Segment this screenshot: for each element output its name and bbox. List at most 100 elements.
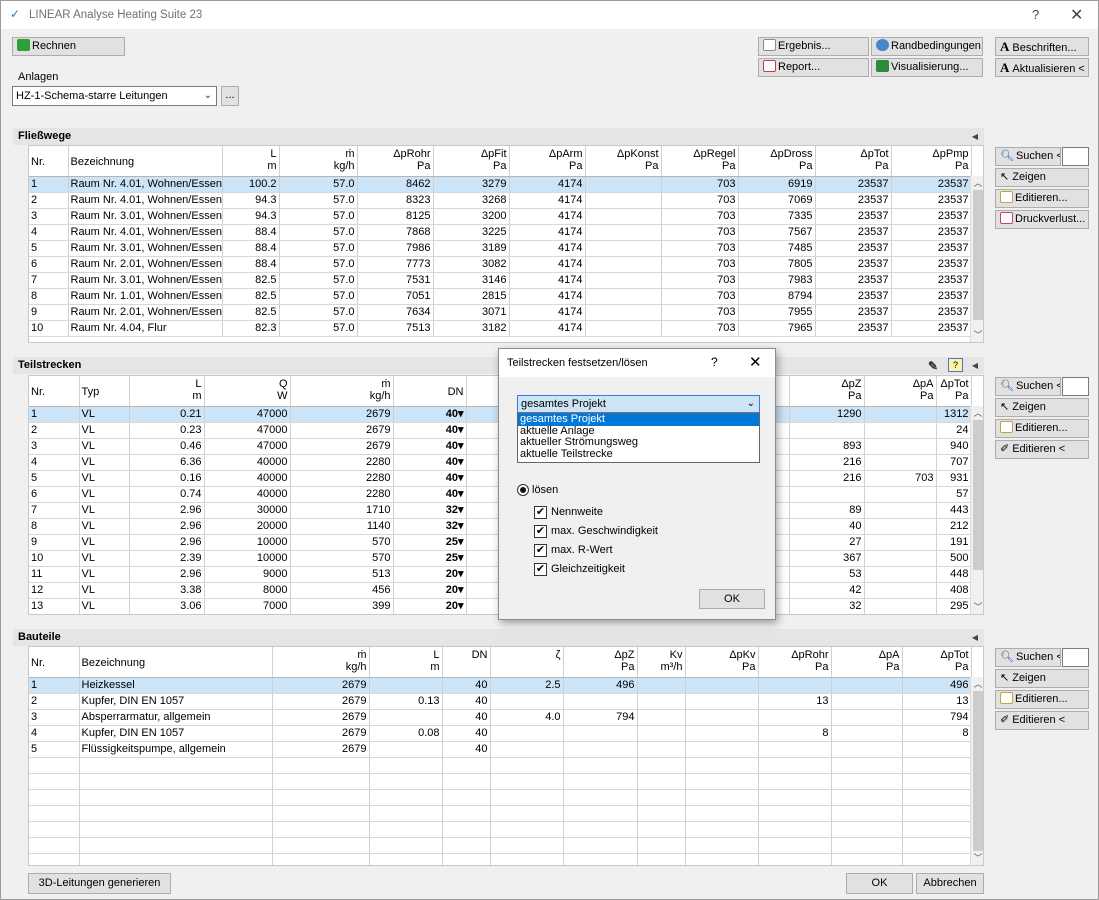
dialog-ok-button[interactable]: OK bbox=[699, 589, 765, 609]
fix-pin-icon[interactable]: ✎ bbox=[928, 358, 938, 375]
help-button[interactable]: ? bbox=[1032, 7, 1039, 22]
cancel-button[interactable]: Abbrechen bbox=[916, 873, 984, 894]
table-row[interactable]: 6 Raum Nr. 2.01, Wohnen/Essen 88.4 57.0 7773… bbox=[29, 256, 972, 273]
scroll-down-icon[interactable]: ﹀ bbox=[971, 600, 983, 614]
bt-zeigen-button[interactable]: ↖ Zeigen bbox=[995, 669, 1089, 688]
column-header[interactable]: Bezeichnung bbox=[79, 647, 273, 678]
report-button[interactable]: Report... bbox=[758, 58, 869, 77]
dn-dropdown-cell[interactable]: 32▾ bbox=[393, 502, 467, 519]
column-header[interactable]: ζ bbox=[490, 647, 564, 678]
dn-dropdown-cell[interactable]: 32▾ bbox=[393, 518, 467, 535]
column-header[interactable]: ΔpKonst Pa bbox=[585, 146, 662, 177]
column-header[interactable]: Lm bbox=[129, 376, 205, 407]
column-header[interactable]: DN bbox=[442, 647, 491, 678]
collapse-icon[interactable]: ◀ bbox=[972, 629, 978, 646]
scroll-thumb[interactable] bbox=[973, 190, 983, 320]
scope-option[interactable]: aktueller Strömungsweg bbox=[518, 436, 759, 449]
column-header[interactable]: ΔpRegel Pa bbox=[661, 146, 739, 177]
checkbox[interactable]: ✔ bbox=[534, 525, 547, 538]
anlagen-select[interactable]: HZ-1-Schema-starre Leitungen ⌄ bbox=[12, 86, 217, 106]
column-header[interactable]: Lm bbox=[222, 146, 280, 177]
column-header[interactable]: ΔpTot Pa bbox=[936, 376, 972, 407]
checkbox[interactable]: ✔ bbox=[534, 544, 547, 557]
column-header[interactable]: ΔpFit Pa bbox=[433, 146, 510, 177]
table-row[interactable]: 1 Raum Nr. 4.01, Wohnen/Essen 100.2 57.0 846… bbox=[29, 176, 972, 193]
dialog-close-button[interactable]: ✕ bbox=[749, 353, 762, 371]
column-header[interactable]: Typ bbox=[79, 376, 130, 407]
column-header[interactable]: Bezeichnung bbox=[68, 146, 223, 177]
dn-dropdown-cell[interactable]: 40▾ bbox=[393, 438, 467, 455]
column-header[interactable]: ΔpArm Pa bbox=[509, 146, 586, 177]
fliesswege-scrollbar[interactable]: ︿ ﹀ bbox=[970, 176, 983, 342]
table-row[interactable]: 3 Raum Nr. 3.01, Wohnen/Essen 94.3 57.0 8125… bbox=[29, 208, 972, 225]
close-button[interactable]: ✕ bbox=[1070, 5, 1083, 25]
column-header[interactable]: ṁ kg/h bbox=[279, 146, 358, 177]
table-row[interactable]: 5 Flüssigkeitspumpe, allgemein 2679 40 bbox=[29, 741, 972, 758]
dn-dropdown-cell[interactable]: 20▾ bbox=[393, 598, 467, 614]
dn-dropdown-cell[interactable]: 40▾ bbox=[393, 406, 467, 423]
fw-search-input[interactable] bbox=[1062, 147, 1089, 166]
ts-suchen-button[interactable]: 🔍︎ Suchen < bbox=[995, 377, 1061, 396]
rechnen-button[interactable]: Rechnen bbox=[12, 37, 125, 56]
column-header[interactable]: ΔpRohr Pa bbox=[357, 146, 434, 177]
column-header[interactable]: ΔpTot Pa bbox=[815, 146, 892, 177]
column-header[interactable]: Kv m³/h bbox=[637, 647, 686, 678]
column-header[interactable]: Lm bbox=[369, 647, 443, 678]
table-row[interactable]: 7 Raum Nr. 3.01, Wohnen/Essen 82.5 57.0 7531… bbox=[29, 272, 972, 289]
ergebnis-button[interactable]: Ergebnis... bbox=[758, 37, 869, 56]
visualisierung-button[interactable]: Visualisierung... bbox=[871, 58, 983, 77]
dialog-help-button[interactable]: ? bbox=[711, 355, 718, 369]
scroll-down-icon[interactable]: ﹀ bbox=[971, 328, 983, 342]
teilstrecken-scrollbar[interactable]: ︿ ﹀ bbox=[970, 406, 983, 614]
table-row[interactable]: 2 Raum Nr. 4.01, Wohnen/Essen 94.3 57.0 8323… bbox=[29, 192, 972, 209]
column-header[interactable]: ΔpZ Pa bbox=[789, 376, 865, 407]
scroll-up-icon[interactable]: ︿ bbox=[971, 677, 983, 691]
column-header[interactable]: ΔpTot Pa bbox=[902, 647, 972, 678]
bt-editieren-button[interactable]: Editieren... bbox=[995, 690, 1089, 709]
column-header[interactable]: ΔpPmp Pa bbox=[891, 146, 972, 177]
column-header[interactable]: QW bbox=[204, 376, 291, 407]
dn-dropdown-cell[interactable]: 20▾ bbox=[393, 566, 467, 583]
bt-search-input[interactable] bbox=[1062, 648, 1089, 667]
ts-zeigen-button[interactable]: ↖ Zeigen bbox=[995, 398, 1089, 417]
column-header[interactable]: Nr. bbox=[29, 647, 80, 678]
beschriften-button[interactable]: A Beschriften... bbox=[995, 37, 1089, 56]
column-header[interactable]: ΔpDross Pa bbox=[738, 146, 816, 177]
anlagen-more-button[interactable]: ... bbox=[221, 86, 239, 106]
ts-editieren-button[interactable]: Editieren... bbox=[995, 419, 1089, 438]
scroll-up-icon[interactable]: ︿ bbox=[971, 176, 983, 190]
column-header[interactable]: ΔpRohr Pa bbox=[758, 647, 832, 678]
generate-3d-button[interactable]: 3D-Leitungen generieren bbox=[28, 873, 171, 894]
column-header[interactable]: ΔpZ Pa bbox=[563, 647, 638, 678]
dn-dropdown-cell[interactable]: 40▾ bbox=[393, 422, 467, 439]
column-header[interactable]: ṁ kg/h bbox=[290, 376, 394, 407]
ok-button[interactable]: OK bbox=[846, 873, 913, 894]
collapse-icon[interactable]: ◀ bbox=[972, 357, 978, 374]
scroll-down-icon[interactable]: ﹀ bbox=[971, 851, 983, 865]
info-toggle-icon[interactable]: ? bbox=[948, 358, 963, 372]
checkbox[interactable]: ✔ bbox=[534, 563, 547, 576]
dn-dropdown-cell[interactable]: 25▾ bbox=[393, 550, 467, 567]
aktualisieren-button[interactable]: A Aktualisieren < bbox=[995, 58, 1089, 77]
scope-select[interactable]: gesamtes Projekt ⌄ bbox=[517, 395, 760, 413]
randbedingungen-button[interactable]: Randbedingungen... bbox=[871, 37, 983, 56]
loesen-radio[interactable] bbox=[517, 484, 529, 496]
dn-dropdown-cell[interactable]: 25▾ bbox=[393, 534, 467, 551]
column-header[interactable]: ΔpA Pa bbox=[864, 376, 937, 407]
checkbox[interactable]: ✔ bbox=[534, 506, 547, 519]
column-header[interactable]: ṁ kg/h bbox=[272, 647, 370, 678]
table-row[interactable]: 8 Raum Nr. 1.01, Wohnen/Essen 82.5 57.0 7051… bbox=[29, 288, 972, 305]
column-header[interactable]: Nr. bbox=[29, 146, 69, 177]
table-row[interactable]: 4 Kupfer, DIN EN 1057 2679 0.08 40 8 8 bbox=[29, 725, 972, 742]
collapse-icon[interactable]: ◀ bbox=[972, 128, 978, 145]
fw-zeigen-button[interactable]: ↖ Zeigen bbox=[995, 168, 1089, 187]
table-row[interactable]: 2 Kupfer, DIN EN 1057 2679 0.13 40 13 13 bbox=[29, 693, 972, 710]
table-row[interactable]: 5 Raum Nr. 3.01, Wohnen/Essen 88.4 57.0 7986… bbox=[29, 240, 972, 257]
dn-dropdown-cell[interactable]: 40▾ bbox=[393, 454, 467, 471]
fw-suchen-button[interactable]: 🔍︎ Suchen < bbox=[995, 147, 1061, 166]
ts-editieren2-button[interactable]: ✐ Editieren < bbox=[995, 440, 1089, 459]
bt-editieren2-button[interactable]: ✐ Editieren < bbox=[995, 711, 1089, 730]
scroll-thumb[interactable] bbox=[973, 420, 983, 570]
column-header[interactable]: ΔpA Pa bbox=[831, 647, 903, 678]
table-row[interactable]: 3 Absperrarmatur, allgemein 2679 40 4.0 794 79… bbox=[29, 709, 972, 726]
